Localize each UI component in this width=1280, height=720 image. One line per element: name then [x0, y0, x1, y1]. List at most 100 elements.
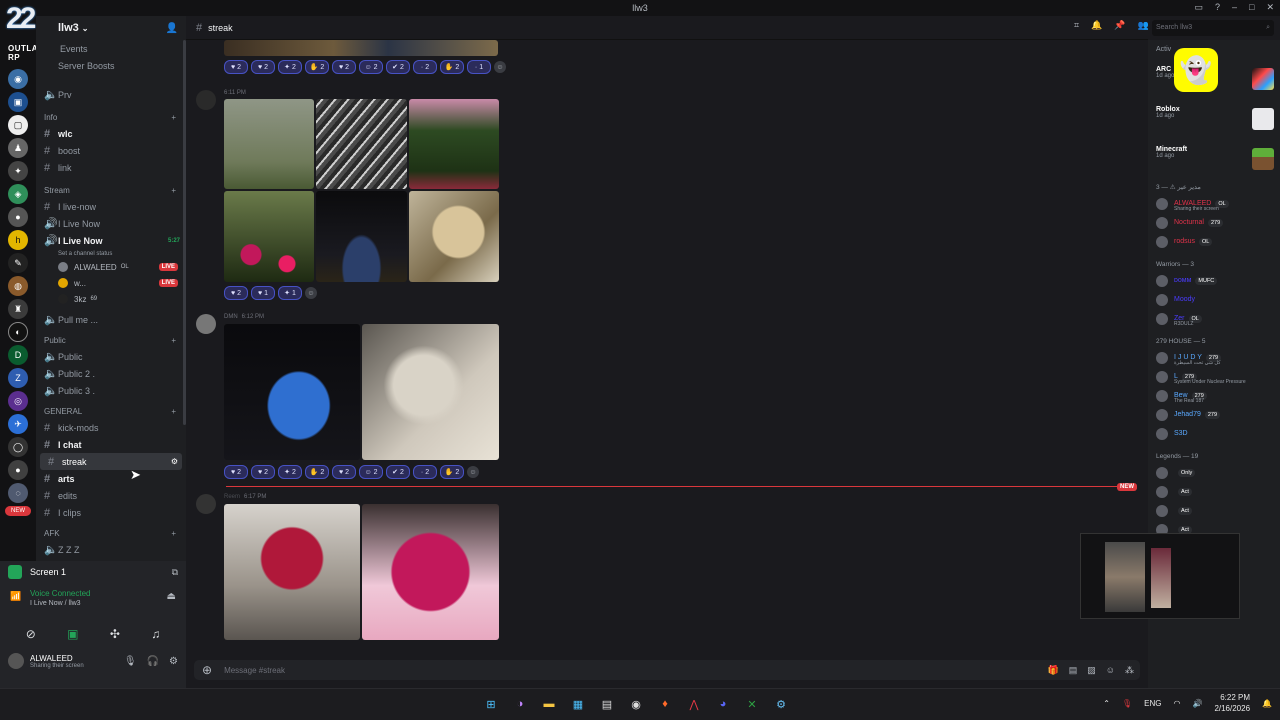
settings-icon[interactable]: ⚙ [171, 457, 178, 466]
member-item[interactable]: S3D [1148, 424, 1280, 443]
server-icon[interactable]: ◍ [8, 276, 28, 296]
disconnect-icon[interactable]: ⏏ [167, 591, 176, 602]
camera-off-icon[interactable]: ⊘ [26, 627, 36, 641]
server-boosts-item[interactable]: Server Boosts [36, 57, 186, 74]
store-icon[interactable]: ▦ [569, 695, 587, 713]
language-indicator[interactable]: ENG [1144, 699, 1161, 708]
voice-user[interactable]: 3kz 69 [36, 291, 186, 307]
reaction-pill[interactable]: ♥ 2 [251, 60, 275, 74]
member-item[interactable]: Act [1148, 501, 1280, 520]
maximize-button[interactable]: □ [1249, 2, 1254, 13]
reaction-pill[interactable]: ♥ 2 [332, 60, 356, 74]
bell-icon[interactable]: 🔔 [1091, 20, 1102, 31]
reaction-pill[interactable]: ✋ 2 [440, 465, 464, 479]
server-icon[interactable]: ▢ [8, 115, 28, 135]
server-icon[interactable]: ● [8, 460, 28, 480]
channel-live-now-voice-2[interactable]: 🔊 I Live Now 5:27 [36, 232, 186, 249]
set-status[interactable]: Set a channel status [36, 249, 186, 259]
emoji-icon[interactable]: ☺ [1106, 665, 1115, 676]
image-attachment[interactable] [224, 99, 314, 189]
avatar[interactable] [196, 314, 216, 334]
file-explorer-icon[interactable]: ▬ [540, 695, 558, 713]
gift-icon[interactable]: 🎁 [1048, 665, 1059, 676]
category-public[interactable]: Public + [36, 332, 186, 348]
channel-clips[interactable]: # I clips [36, 504, 186, 521]
pin-icon[interactable]: 📌 [1114, 20, 1125, 31]
member-item[interactable]: Act [1148, 482, 1280, 501]
sticker-icon[interactable]: ▨ [1087, 665, 1096, 676]
headphone-icon[interactable]: 🎧 [147, 656, 159, 667]
screen-share-row[interactable]: Screen 1 ⧉ [0, 561, 186, 583]
image-attachment[interactable] [224, 40, 498, 56]
events-item[interactable]: Events [36, 40, 186, 57]
reaction-pill[interactable]: · 2 [413, 60, 437, 74]
image-attachment[interactable] [362, 324, 499, 460]
channel-edits[interactable]: # edits [36, 487, 186, 504]
steam-icon[interactable]: ⚙ [772, 695, 790, 713]
channel-public[interactable]: 🔈 Public [36, 348, 186, 365]
channel-arts[interactable]: # arts [36, 470, 186, 487]
server-icon[interactable]: ♜ [8, 299, 28, 319]
gear-icon[interactable]: ⚙ [169, 656, 178, 667]
volume-icon[interactable]: 🔊 [1192, 699, 1202, 708]
chevron-up-icon[interactable]: ⌃ [1103, 699, 1110, 708]
voice-user[interactable]: ALWALEED OL LIVE [36, 259, 186, 275]
server-icon[interactable]: D [8, 345, 28, 365]
brave-icon[interactable]: ♦ [656, 695, 674, 713]
category-stream[interactable]: Stream + [36, 182, 186, 198]
server-icon[interactable]: ◎ [8, 391, 28, 411]
channel-kick-mods[interactable]: # kick-mods [36, 419, 186, 436]
screen-share-icon[interactable]: ▣ [67, 627, 78, 641]
members-icon[interactable]: 👥 [1138, 20, 1149, 31]
avatar[interactable] [196, 90, 216, 110]
member-item[interactable]: Moody [1148, 290, 1280, 309]
channel-public-3[interactable]: 🔈 Public 3 . [36, 382, 186, 399]
reaction-pill[interactable]: ♥ 2 [251, 465, 275, 479]
reaction-pill[interactable]: ♥ 2 [224, 465, 248, 479]
image-attachment[interactable] [362, 504, 499, 640]
add-channel-icon[interactable]: + [171, 186, 176, 195]
server-icon[interactable]: Z [8, 368, 28, 388]
apps-icon[interactable]: ⁂ [1125, 665, 1134, 676]
inbox-icon[interactable]: ▭ [1194, 2, 1203, 13]
member-item[interactable]: rodsus OL [1148, 232, 1280, 251]
channel-wlc[interactable]: # wlc [36, 125, 186, 142]
reaction-pill[interactable]: ✦ 2 [278, 60, 302, 74]
activities-icon[interactable]: ✣ [110, 627, 120, 641]
channel-link[interactable]: # link [36, 159, 186, 176]
member-item[interactable]: Nocturnal 279 [1148, 213, 1280, 232]
image-attachment[interactable] [409, 99, 499, 189]
member-item[interactable]: Bew 279 The Real 187 [1148, 386, 1280, 405]
reaction-pill[interactable]: ✦ 2 [278, 465, 302, 479]
message-input[interactable]: ⊕ Message #streak 🎁 ▤ ▨ ☺ ⁂ [194, 660, 1140, 680]
reaction-pill[interactable]: · 2 [413, 465, 437, 479]
reaction-pill[interactable]: ✔ 2 [386, 60, 410, 74]
add-reaction-icon[interactable]: ☺ [305, 287, 317, 299]
category-afk[interactable]: AFK + [36, 525, 186, 541]
server-icon[interactable]: ◐ [8, 322, 28, 342]
bell-icon[interactable]: 🔔 [1262, 699, 1272, 708]
channel-public-2[interactable]: 🔈 Public 2 . [36, 365, 186, 382]
reaction-pill[interactable]: · 1 [467, 60, 491, 74]
copilot-icon[interactable]: ◑ [511, 695, 529, 713]
popout-icon[interactable]: ⧉ [172, 567, 178, 578]
server-icon[interactable]: ◯ [8, 437, 28, 457]
screen-share-preview[interactable] [1080, 533, 1240, 619]
server-icon[interactable]: ◈ [8, 184, 28, 204]
reaction-pill[interactable]: ♥ 1 [251, 286, 275, 300]
reaction-pill[interactable]: ✔ 2 [386, 465, 410, 479]
server-icon[interactable]: ✎ [8, 253, 28, 273]
calculator-icon[interactable]: ▤ [598, 695, 616, 713]
server-icon[interactable]: h [8, 230, 28, 250]
soundboard-icon[interactable]: ♫ [151, 627, 160, 641]
reaction-pill[interactable]: ✋ 2 [305, 60, 329, 74]
add-channel-icon[interactable]: + [171, 529, 176, 538]
server-icon[interactable]: ✦ [8, 161, 28, 181]
add-reaction-icon[interactable]: ☺ [494, 61, 506, 73]
reaction-pill[interactable]: ♥ 2 [224, 60, 248, 74]
avatar[interactable] [196, 494, 216, 514]
server-icon[interactable]: ● [8, 207, 28, 227]
app-icon[interactable]: ⋀ [685, 695, 703, 713]
current-user[interactable]: ALWALEED Sharing their screen 🎙 🎧 ⚙ [0, 641, 186, 669]
server-icon[interactable]: ♟ [8, 138, 28, 158]
